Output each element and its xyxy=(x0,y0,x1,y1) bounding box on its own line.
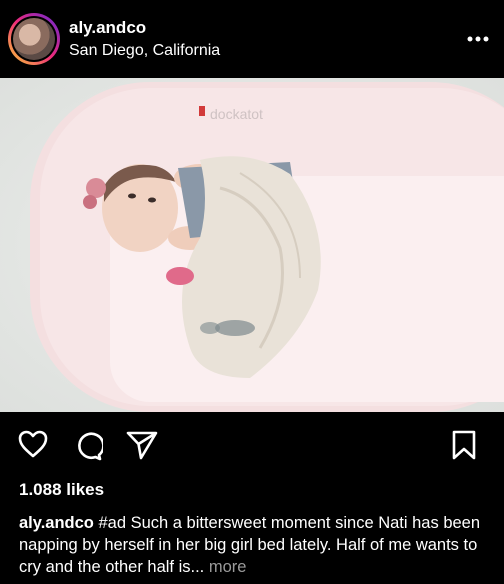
action-bar xyxy=(0,412,504,476)
username[interactable]: aly.andco xyxy=(69,17,460,38)
comment-icon[interactable] xyxy=(73,431,105,466)
likes-count[interactable]: 1.088 likes xyxy=(19,480,104,500)
location[interactable]: San Diego, California xyxy=(69,40,460,61)
more-options-icon[interactable] xyxy=(460,21,496,57)
caption: aly.andco #ad Such a bittersweet moment … xyxy=(19,512,494,578)
avatar-image xyxy=(13,18,55,60)
heart-icon[interactable] xyxy=(18,430,48,463)
send-icon[interactable] xyxy=(126,430,158,465)
caption-username[interactable]: aly.andco xyxy=(19,514,94,532)
post-photo[interactable]: dockatot xyxy=(0,78,504,412)
user-info: aly.andco San Diego, California xyxy=(69,17,460,61)
photo-brand-text: dockatot xyxy=(210,106,263,122)
post-header: aly.andco San Diego, California xyxy=(0,0,504,78)
bookmark-icon[interactable] xyxy=(452,430,476,465)
avatar-ring xyxy=(11,16,57,62)
more-link[interactable]: more xyxy=(209,558,247,576)
avatar[interactable] xyxy=(8,13,60,65)
